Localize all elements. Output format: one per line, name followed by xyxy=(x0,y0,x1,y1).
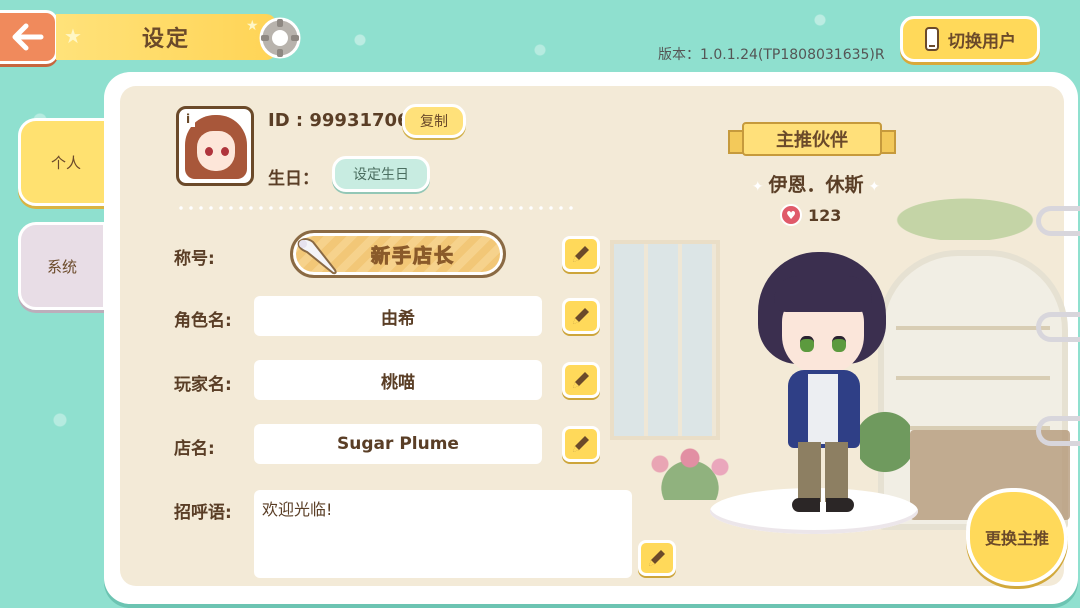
notebook-ring xyxy=(1036,206,1080,236)
tab-system[interactable]: 系统 xyxy=(18,222,106,310)
greeting-field[interactable]: 欢迎光临! xyxy=(254,490,632,578)
edit-title-button[interactable] xyxy=(562,236,600,272)
info-icon: i xyxy=(181,111,195,127)
set-birthday-button[interactable]: 设定生日 xyxy=(332,156,430,192)
switch-user-button[interactable]: 切换用户 xyxy=(900,16,1040,62)
pencil-icon xyxy=(573,308,589,324)
affection-counter: ♥ 123 xyxy=(780,204,841,226)
back-button[interactable] xyxy=(0,10,58,64)
tab-personal-label: 个人 xyxy=(50,153,81,172)
greeting-label: 招呼语: xyxy=(174,503,232,523)
partner-name: 伊恩．休斯 xyxy=(768,174,864,196)
pencil-icon xyxy=(573,436,589,452)
page-title: 设定 xyxy=(141,27,190,52)
edit-shop-name-button[interactable] xyxy=(562,426,600,462)
heart-icon: ♥ xyxy=(780,204,802,226)
title-badge: 新手店长 xyxy=(290,230,506,278)
player-name-field[interactable]: 桃喵 xyxy=(254,360,542,400)
change-partner-button[interactable]: 更换主推 xyxy=(966,488,1068,586)
tab-system-label: 系统 xyxy=(46,257,77,276)
copy-id-button[interactable]: 复制 xyxy=(402,104,466,138)
shop-name-label: 店名: xyxy=(174,439,215,459)
scene-window xyxy=(610,240,720,440)
star-decoration-icon: ★ xyxy=(64,24,82,48)
sparkle-icon: ✦ xyxy=(751,179,769,195)
edit-greeting-button[interactable] xyxy=(638,540,676,576)
affection-count: 123 xyxy=(808,205,842,225)
piping-bag-icon xyxy=(297,238,337,275)
sparkle-icon: ✦ xyxy=(863,179,881,195)
title-banner: ★ ★ 设定 xyxy=(56,14,276,60)
tab-personal[interactable]: 个人 xyxy=(18,118,114,206)
edit-player-name-button[interactable] xyxy=(562,362,600,398)
title-label: 称号: xyxy=(174,249,215,269)
partner-ribbon-label: 主推伙伴 xyxy=(776,130,848,151)
birthday-label: 生日： xyxy=(268,169,319,189)
partner-ribbon: 主推伙伴 xyxy=(728,122,896,156)
back-arrow-icon xyxy=(12,23,43,51)
player-id: ID : 99931706 xyxy=(268,110,410,131)
gear-icon xyxy=(256,14,304,62)
divider xyxy=(176,206,576,210)
notebook-ring xyxy=(1036,312,1080,342)
role-name-label: 角色名: xyxy=(174,311,232,331)
avatar[interactable]: i xyxy=(176,106,254,186)
switch-user-label: 切换用户 xyxy=(948,31,1016,52)
role-name-field[interactable]: 由希 xyxy=(254,296,542,336)
pencil-icon xyxy=(649,550,665,566)
edit-role-name-button[interactable] xyxy=(562,298,600,334)
partner-character[interactable] xyxy=(752,252,892,522)
partner-name-row: ✦ 伊恩．休斯 ✦ xyxy=(736,170,896,197)
title-value: 新手店长 xyxy=(370,244,455,267)
notebook-ring xyxy=(1036,416,1080,446)
shop-name-field[interactable]: Sugar Plume xyxy=(254,424,542,464)
phone-icon xyxy=(925,27,939,51)
pencil-icon xyxy=(573,246,589,262)
version-text: 版本：1.0.1.24(TP1808031635)R xyxy=(658,47,885,63)
player-name-label: 玩家名: xyxy=(174,375,232,395)
scene-ivy xyxy=(870,190,1060,240)
pencil-icon xyxy=(573,372,589,388)
